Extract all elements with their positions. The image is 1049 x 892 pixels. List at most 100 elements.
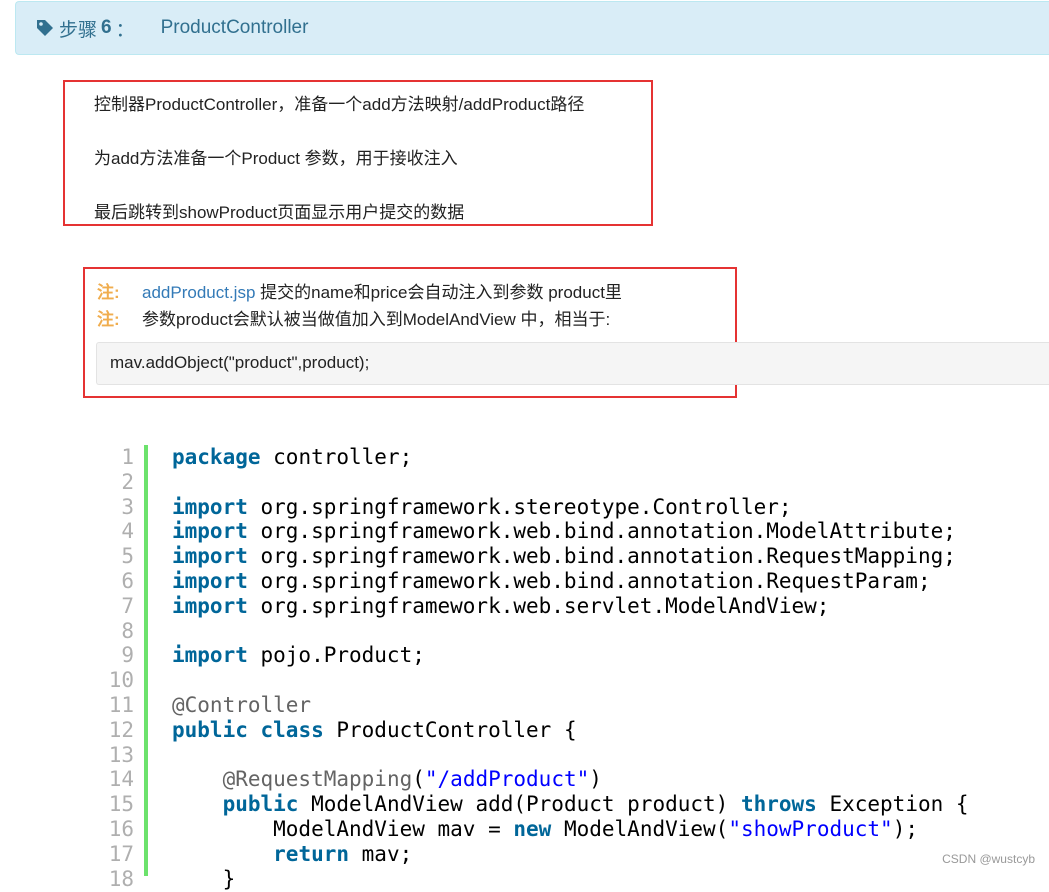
- code-token: }: [172, 866, 236, 891]
- code-token: ModelAndView mav =: [172, 817, 514, 841]
- line-number: 1: [121, 445, 134, 469]
- code-line: 13: [100, 743, 134, 768]
- code-token: org.springframework.web.bind.annotation.…: [247, 519, 956, 544]
- code-line: 5 import org.springframework.web.bind.ann…: [100, 544, 956, 569]
- code-text: import org.springframework.web.bind.anno…: [172, 569, 931, 594]
- code-token: ModelAndView add(Product product): [298, 792, 741, 817]
- code-text: import pojo.Product;: [172, 643, 425, 668]
- code-token: public: [222, 792, 299, 817]
- code-token: return: [273, 841, 350, 866]
- line-number: 11: [108, 693, 134, 717]
- code-token: controller;: [260, 445, 413, 469]
- line-number: 17: [108, 841, 134, 866]
- code-token: org.springframework.stereotype.Controlle…: [247, 494, 792, 519]
- step-number: 6: [101, 17, 112, 38]
- line-number: 14: [108, 767, 134, 792]
- code-line: 6 import org.springframework.web.bind.ann…: [100, 569, 930, 594]
- tag-icon: [35, 18, 55, 38]
- code-token: @Controller: [172, 693, 312, 717]
- code-token: pojo.Product;: [247, 643, 425, 668]
- code-token: import: [172, 593, 248, 618]
- code-line: 14 @RequestMapping("/addProduct"): [100, 767, 602, 792]
- line-number: 8: [121, 618, 134, 643]
- note-row-2: 注: 参数product会默认被当做值加入到ModelAndView 中，相当于:: [97, 305, 610, 330]
- code-line: 8: [100, 619, 134, 644]
- code-line: 7 import org.springframework.web.servlet.…: [100, 593, 829, 619]
- code-gutter-line: [144, 445, 148, 876]
- code-line: 10: [100, 668, 134, 693]
- code-text: ModelAndView mav = new ModelAndView("sho…: [172, 817, 918, 842]
- line-number: 16: [108, 817, 134, 841]
- code-text: import org.springframework.stereotype.Co…: [172, 495, 792, 520]
- code-token: import: [172, 643, 248, 668]
- line-number: 6: [121, 569, 134, 593]
- line-number: 13: [108, 742, 134, 767]
- code-text: import org.springframework.web.servlet.M…: [172, 594, 829, 619]
- code-text: @RequestMapping("/addProduct"): [172, 767, 602, 792]
- code-token: @RequestMapping: [222, 767, 413, 792]
- step-header: 步骤 6 ： ProductController: [15, 1, 1049, 55]
- code-text: import org.springframework.web.bind.anno…: [172, 544, 956, 569]
- code-token: class: [260, 717, 324, 742]
- code-token: import: [172, 569, 248, 593]
- code-text: import org.springframework.web.bind.anno…: [172, 519, 956, 544]
- code-token: import: [172, 494, 248, 519]
- code-line: 11 @Controller: [100, 693, 311, 718]
- description-line-2: 为add方法准备一个Product 参数，用于接收注入: [94, 149, 458, 168]
- line-number: 2: [121, 469, 134, 494]
- code-listing: 1 package controller; 2 3 import org.springf…: [100, 445, 1049, 891]
- note-link-addproduct-jsp[interactable]: addProduct.jsp: [142, 283, 255, 302]
- line-number: 7: [121, 593, 134, 618]
- code-token: "/addProduct": [424, 767, 590, 792]
- code-text: @Controller: [172, 693, 311, 718]
- code-line: 17 return mav;: [100, 841, 413, 867]
- code-token: mav;: [349, 841, 413, 866]
- code-token: new: [513, 817, 552, 841]
- code-token: "showProduct": [728, 817, 893, 841]
- description-line-3: 最后跳转到showProduct页面显示用户提交的数据: [94, 203, 465, 222]
- code-token: package: [172, 445, 261, 469]
- line-number: 9: [121, 643, 134, 668]
- code-token: org.springframework.web.bind.annotation.…: [247, 544, 956, 569]
- step-title: ProductController: [160, 17, 309, 38]
- note-text: 参数product会默认被当做值加入到ModelAndView 中，相当于:: [142, 310, 611, 329]
- code-line: 2: [100, 470, 134, 495]
- code-token: org.springframework.web.servlet.ModelAnd…: [247, 593, 830, 618]
- line-number: 5: [121, 544, 134, 569]
- line-number: 18: [108, 866, 134, 891]
- code-line: 4 import org.springframework.web.bind.ann…: [100, 519, 956, 544]
- line-number: 4: [121, 519, 134, 544]
- code-text: public ModelAndView add(Product product)…: [172, 792, 969, 817]
- code-token: );: [892, 817, 918, 841]
- code-line: 9 import pojo.Product;: [100, 643, 425, 668]
- note-row-1: 注: addProduct.jsp 提交的name和price会自动注入到参数 p…: [97, 278, 622, 303]
- watermark: CSDN @wustcyb: [942, 852, 1035, 866]
- step-label: 步骤: [59, 19, 98, 41]
- code-line: 1 package controller;: [100, 445, 412, 470]
- line-number: 3: [121, 494, 134, 519]
- code-token: (: [412, 767, 425, 792]
- code-token: ProductController {: [323, 717, 577, 742]
- note-prefix: 注:: [97, 283, 120, 302]
- code-token: org.springframework.web.bind.annotation.…: [247, 569, 931, 593]
- code-token: import: [172, 544, 248, 569]
- code-line: 3 import org.springframework.stereotype.C…: [100, 494, 791, 520]
- code-text: public class ProductController {: [172, 718, 577, 743]
- code-token: ModelAndView(: [551, 817, 729, 841]
- inline-code-block: mav.addObject("product",product);: [96, 342, 1049, 385]
- note-prefix: 注:: [97, 310, 120, 329]
- code-token: Exception {: [816, 792, 969, 817]
- line-number: 12: [108, 717, 134, 742]
- code-line: 18 }: [100, 866, 236, 892]
- description-line-1: 控制器ProductController，准备一个add方法映射/addProd…: [94, 95, 585, 114]
- code-token: public: [172, 717, 248, 742]
- code-text: return mav;: [172, 842, 412, 867]
- line-number: 10: [108, 668, 134, 693]
- code-token: throws: [740, 792, 817, 817]
- line-number: 15: [108, 792, 134, 817]
- code-line: 12 public class ProductController {: [100, 717, 577, 743]
